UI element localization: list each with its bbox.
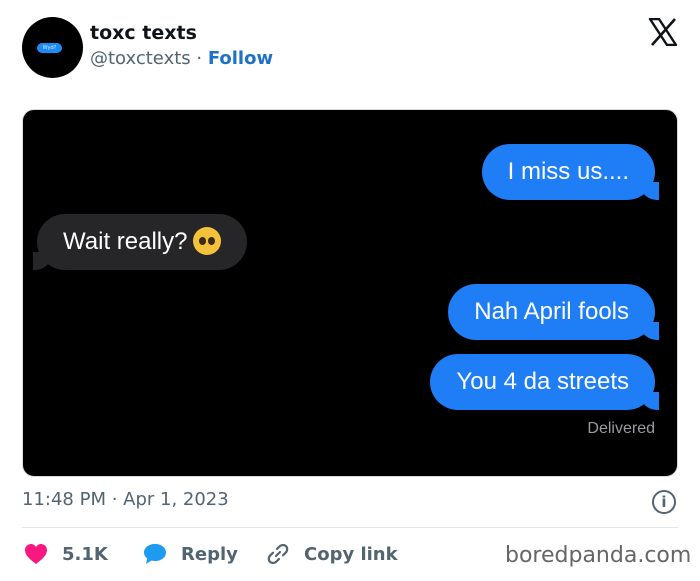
account-handle[interactable]: @toxctexts: [90, 48, 191, 69]
message-text: Wait really?: [63, 228, 188, 255]
reply-button[interactable]: Reply: [143, 541, 238, 567]
watermark: boredpanda.com: [505, 543, 692, 568]
heart-icon: [25, 544, 47, 564]
link-icon: [267, 543, 289, 565]
copy-link-label: Copy link: [304, 543, 398, 565]
divider: [22, 527, 678, 528]
pleading-face-emoji: [193, 226, 222, 255]
follow-button[interactable]: Follow: [208, 48, 273, 69]
avatar[interactable]: Wyd?: [22, 17, 83, 78]
info-icon[interactable]: i: [652, 490, 676, 514]
like-button[interactable]: 5.1K: [24, 541, 108, 567]
reply-label: Reply: [181, 543, 238, 565]
tweet-card: Wyd? toxc texts @toxctexts · Follow I mi…: [0, 0, 700, 581]
separator: ·: [190, 48, 208, 69]
message-bubble-outgoing: You 4 da streets: [430, 354, 655, 410]
copy-link-button[interactable]: Copy link: [266, 541, 398, 567]
x-logo-icon[interactable]: [648, 18, 678, 46]
message-bubble-outgoing: I miss us....: [481, 144, 655, 200]
avatar-text: Wyd?: [37, 43, 62, 53]
reply-bubble-icon: [144, 544, 166, 564]
conversation-screenshot[interactable]: I miss us.... Wait really? Nah April foo…: [22, 109, 678, 477]
account-name[interactable]: toxc texts: [90, 22, 197, 44]
delivered-status: Delivered: [587, 420, 655, 437]
like-count: 5.1K: [62, 543, 108, 565]
handle-row: @toxctexts · Follow: [90, 48, 273, 69]
message-bubble-incoming: Wait really?: [37, 214, 248, 270]
message-bubble-outgoing: Nah April fools: [448, 284, 655, 340]
tweet-timestamp[interactable]: 11:48 PM · Apr 1, 2023: [22, 489, 229, 510]
